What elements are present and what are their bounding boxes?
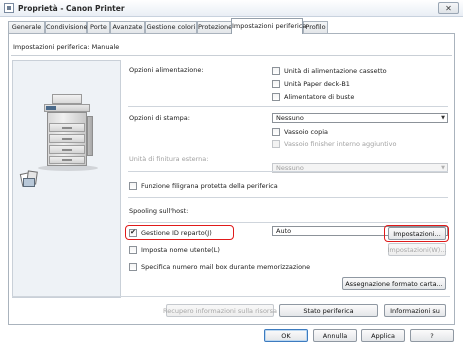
divider [12, 296, 450, 297]
retrieve-resource-info-button[interactable]: Recupero informazioni sulla risorsa [163, 304, 277, 317]
additional-inner-finisher-tray-checkbox[interactable]: Vassoio finisher interno aggiuntivo [272, 139, 396, 148]
check-icon: ✔ [130, 228, 136, 236]
checkbox-box[interactable] [272, 139, 280, 148]
checkbox-box[interactable] [272, 66, 280, 75]
tab-condivisione[interactable]: Condivisione [45, 21, 88, 33]
tab-label: Profilo [305, 23, 326, 31]
department-id-settings-button[interactable]: Impostazioni... [388, 227, 446, 240]
copy-tray-checkbox[interactable]: Vassoio copia [272, 127, 328, 136]
external-finisher-label: Unità di finitura esterna: [129, 155, 209, 163]
spooling-label: Spooling sull'host: [129, 207, 189, 215]
cancel-button[interactable]: Annulla [313, 329, 357, 342]
print-options-label: Opzioni di stampa: [129, 114, 190, 122]
checkbox-label: Gestione ID reparto(J) [141, 228, 212, 237]
tab-label: Porte [90, 23, 107, 31]
paper-deck-checkbox[interactable]: Unità Paper deck-B1 [272, 79, 350, 88]
window-title: Proprietà - Canon Printer [18, 4, 125, 13]
secure-watermark-checkbox[interactable]: Funzione filigrana protetta della perife… [129, 181, 278, 190]
close-button[interactable]: ✕ [438, 2, 459, 14]
select-value: Nessuno [276, 114, 304, 122]
mailbox-number-checkbox[interactable]: Specifica numero mail box durante memori… [129, 262, 310, 271]
checkbox-box[interactable] [129, 262, 137, 271]
printer-side-tray [87, 116, 93, 156]
select-value: Auto [276, 227, 292, 235]
drawer-handle [62, 159, 72, 161]
checkbox-box[interactable] [272, 127, 280, 136]
drawer-handle [62, 127, 72, 129]
checkbox-box[interactable]: ✔ [129, 228, 137, 237]
department-id-checkbox[interactable]: ✔ Gestione ID reparto(J) [129, 228, 212, 237]
printer-screen [46, 106, 56, 110]
tab-profilo[interactable]: Profilo [303, 21, 328, 33]
tab-impostazioni-periferica[interactable]: Impostazioni periferica [231, 18, 307, 34]
print-options-select[interactable]: Nessuno ▼ [272, 113, 448, 123]
envelope-feeder-checkbox[interactable]: Alimentatore di buste [272, 92, 354, 101]
tab-label: Protezione [198, 23, 233, 31]
checkbox-label: Vassoio copia [284, 127, 328, 136]
tab-label: Gestione colori [146, 23, 196, 31]
help-button[interactable]: ? [410, 329, 454, 342]
checkbox-box[interactable] [272, 79, 280, 88]
checkbox-label: Specifica numero mail box durante memori… [141, 262, 311, 271]
printer-scanner [52, 94, 82, 104]
about-button[interactable]: Informazioni su [384, 304, 446, 317]
printer-body-illustration [47, 112, 87, 166]
checkbox-box[interactable] [272, 92, 280, 101]
divider [128, 171, 448, 172]
tab-label: Avanzate [112, 23, 143, 31]
cassette-feeding-unit-checkbox[interactable]: Unità di alimentazione cassetto [272, 66, 387, 75]
apply-button[interactable]: Applica [361, 329, 405, 342]
paper-drawer [49, 145, 85, 154]
chevron-down-icon: ▼ [441, 115, 445, 121]
tab-label: Impostazioni periferica [232, 22, 307, 30]
paper-source-label: Opzioni alimentazione: [129, 66, 204, 74]
drawer-handle [62, 149, 72, 151]
checkbox-label: Unità di alimentazione cassetto [284, 66, 387, 75]
device-settings-mode-label: Impostazioni periferica: Manuale [13, 43, 120, 51]
checkbox-box[interactable] [129, 181, 137, 190]
device-status-button[interactable]: Stato periferica [279, 304, 378, 317]
paper-format-assignment-button[interactable]: Assegnazione formato carta... [342, 277, 446, 290]
divider [128, 222, 448, 223]
tab-label: Condivisione [46, 23, 88, 31]
drawer-handle [62, 138, 72, 140]
checkbox-label: Alimentatore di buste [284, 92, 355, 101]
user-name-checkbox[interactable]: Imposta nome utente(L) [129, 245, 220, 254]
divider [128, 106, 448, 107]
checkbox-label: Funzione filigrana protetta della perife… [141, 181, 278, 190]
tab-porte[interactable]: Porte [87, 21, 110, 33]
tab-gestione-colori[interactable]: Gestione colori [145, 21, 197, 33]
divider [11, 55, 452, 56]
printer-properties-icon [4, 3, 14, 13]
checkbox-label: Unità Paper deck-B1 [284, 79, 350, 88]
tab-label: Generale [11, 23, 42, 31]
checkbox-box[interactable] [129, 245, 137, 254]
close-icon: ✕ [445, 3, 452, 13]
tab-generale[interactable]: Generale [8, 21, 45, 33]
tab-protezione[interactable]: Protezione [197, 21, 232, 33]
tab-avanzate[interactable]: Avanzate [110, 21, 145, 33]
divider [128, 197, 448, 198]
user-name-settings-button[interactable]: Impostazioni(W)... [387, 243, 447, 256]
checkbox-label: Imposta nome utente(L) [141, 245, 220, 254]
paper-drawer [49, 134, 85, 143]
ok-button[interactable]: OK [264, 329, 308, 342]
booklet-finisher-icon [23, 178, 35, 187]
paper-drawer [49, 123, 85, 132]
checkbox-label: Vassoio finisher interno aggiuntivo [284, 139, 397, 148]
paper-drawer [49, 156, 85, 164]
